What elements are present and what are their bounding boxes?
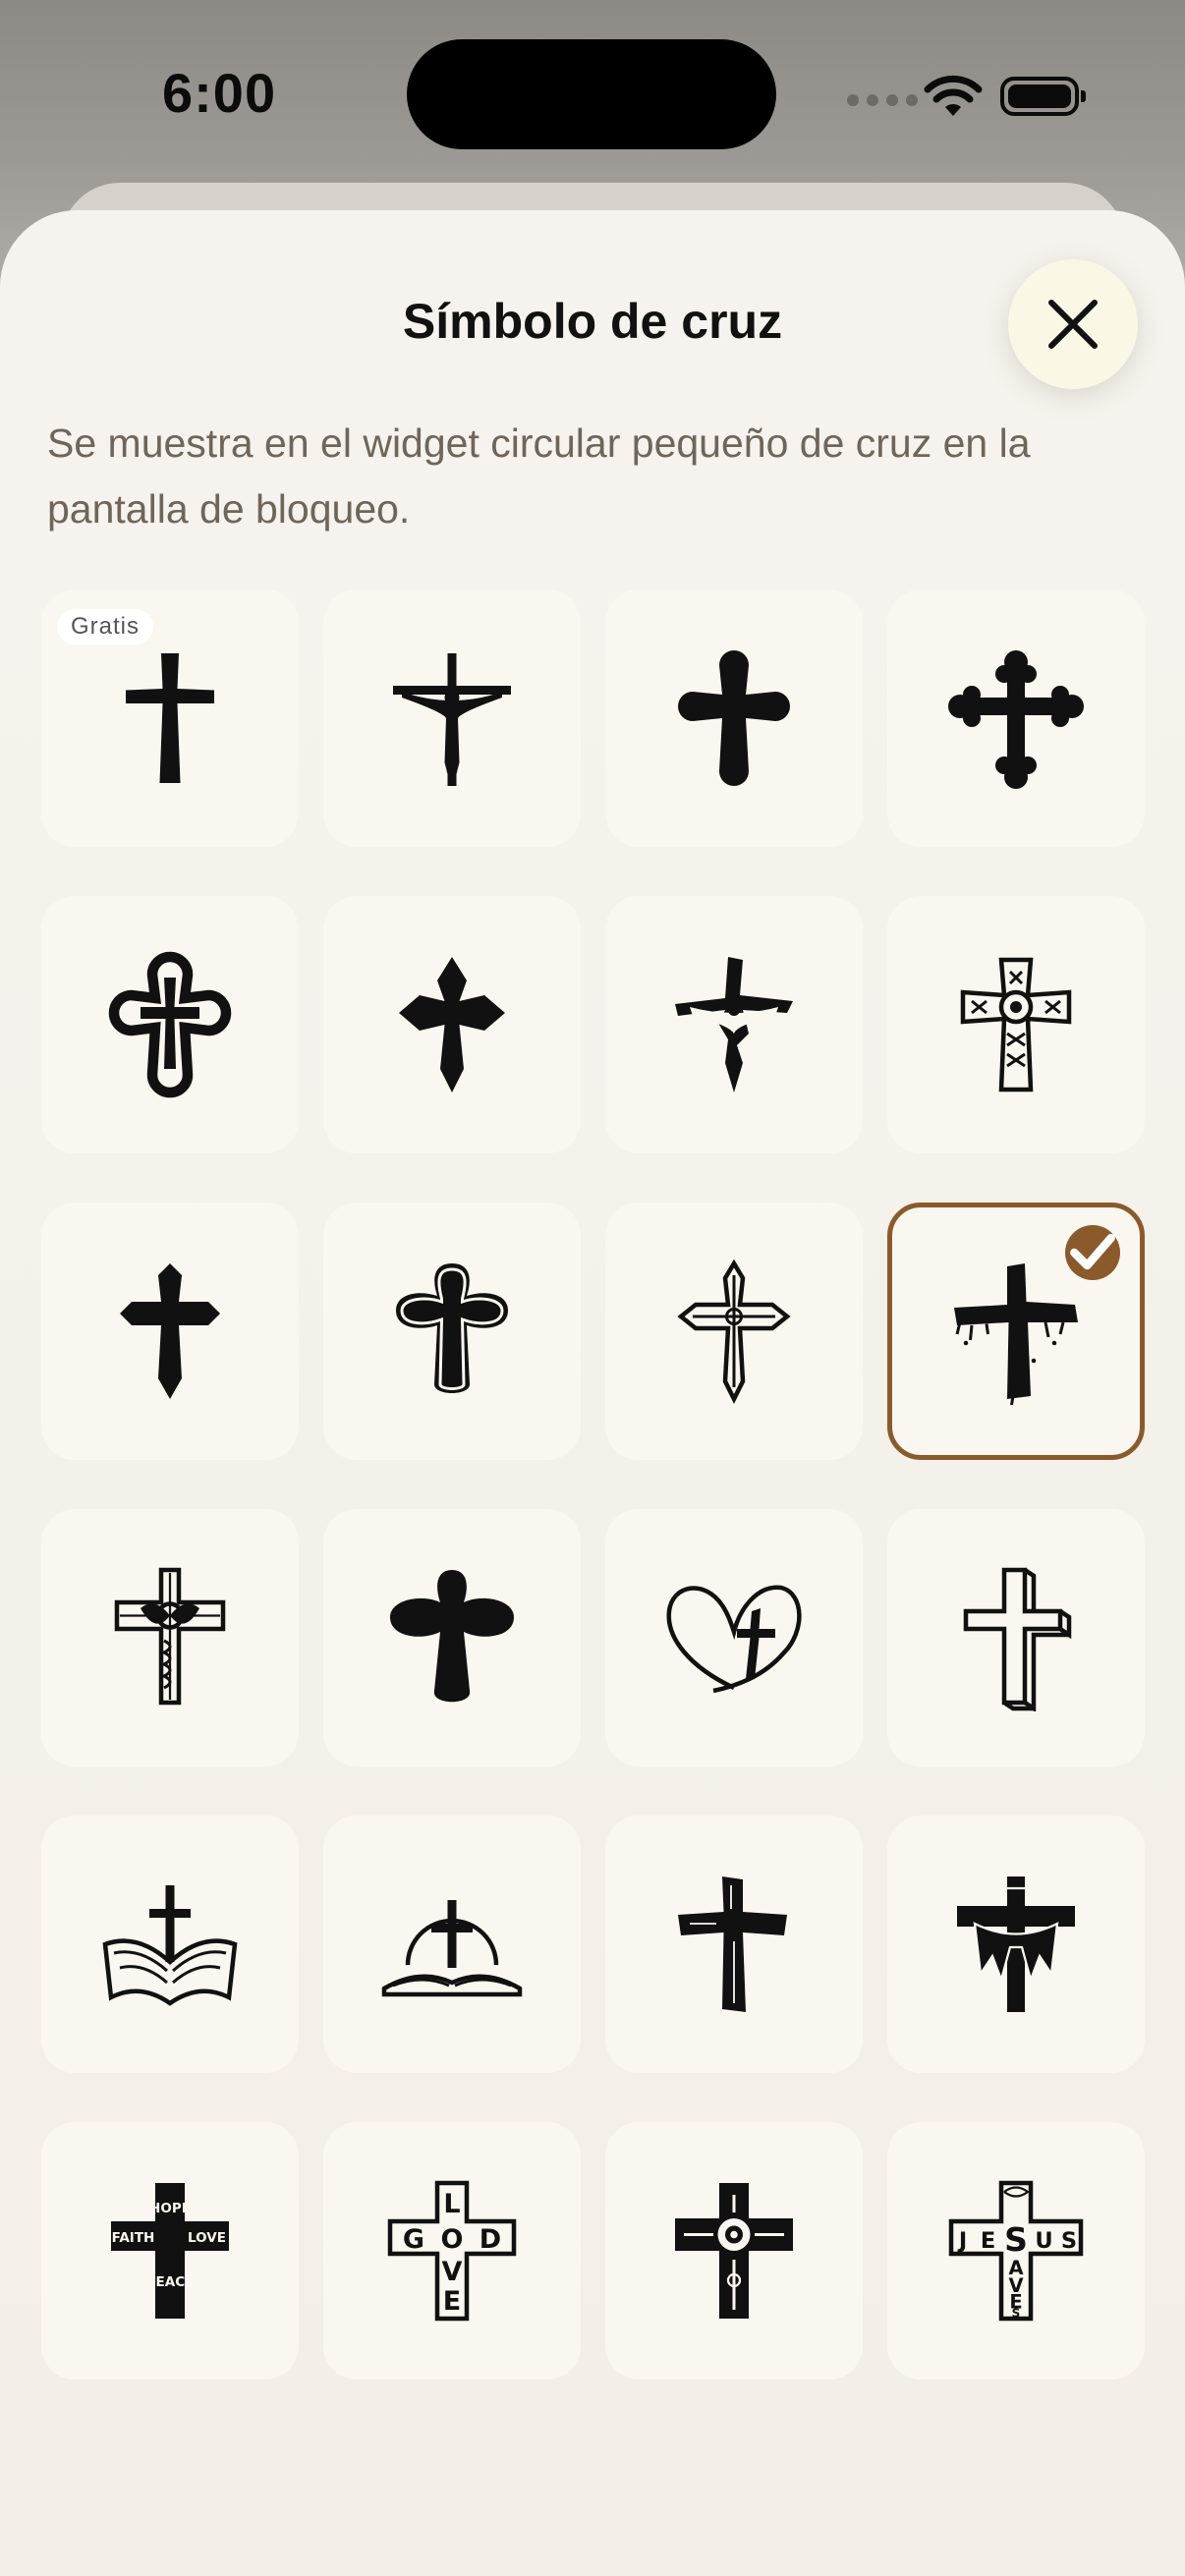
battery-icon [1000,77,1086,116]
cross-letter-s3: S [1012,2307,1021,2321]
ornate-celtic-cross-icon [960,957,1072,1092]
cross-letter-e: E [981,2228,995,2254]
cross-option-1[interactable]: Gratis [41,589,299,847]
jesus-saves-cross-icon: J E S U S A V E S [948,2180,1084,2322]
cross-option-6[interactable] [323,896,581,1153]
wooden-cross-icon [678,1876,787,2012]
fleury-cross-icon [399,957,505,1092]
floral-cross-icon [675,2183,793,2319]
cross-letter-s2: S [1061,2228,1077,2254]
god-love-cross-icon: G O D L V E [387,2180,517,2322]
cross-option-14[interactable] [323,1509,581,1766]
cross-option-11[interactable] [605,1203,863,1460]
cross-letter-d: D [480,2224,501,2255]
status-time: 6:00 [162,62,277,124]
cross-option-21[interactable]: HOPE FAITH LOVE PEACE [41,2122,299,2380]
outlined-budded-cross-icon [108,951,232,1098]
cross-option-19[interactable] [605,1816,863,2073]
cross-option-9[interactable] [41,1203,299,1460]
cross-option-5[interactable] [41,896,299,1153]
cross-letter-g: G [403,2224,424,2255]
cross-letter-u: U [1035,2228,1052,2254]
trefoil-cross-icon [948,650,1084,789]
cross-letter-l: L [443,2189,460,2219]
cross-letter-e: E [443,2286,461,2317]
cross-word-peace: PEACE [146,2274,195,2290]
cross-letter-s: S [1004,2220,1028,2259]
cross-option-7[interactable] [605,896,863,1153]
crucifix-icon [393,653,511,786]
cross-letter-v: V [442,2257,463,2287]
broken-crucifix-icon [675,957,793,1092]
hope-faith-love-cross-icon: HOPE FAITH LOVE PEACE [111,2183,229,2319]
bible-arch-cross-icon [381,1900,523,1997]
close-icon [1048,300,1098,349]
cross-letter-o: O [441,2224,464,2255]
sheet-description: Se muestra en el widget circular pequeño… [47,420,1031,532]
selected-check-icon [1065,1225,1120,1280]
cross-option-24[interactable]: J E S U S A V E S [887,2122,1145,2380]
3d-cross-icon [963,1567,1072,1711]
cross-option-2[interactable] [323,589,581,847]
gothic-cross-icon [120,1263,220,1399]
cross-option-18[interactable] [323,1816,581,2073]
cross-word-love: LOVE [188,2230,226,2246]
rounded-cross-icon [390,1570,514,1703]
bible-cross-icon [102,1885,238,2006]
cross-option-3[interactable] [605,589,863,847]
cross-option-10[interactable] [323,1203,581,1460]
draped-cross-icon [957,1876,1075,2012]
cross-option-20[interactable] [887,1816,1145,2073]
free-badge: Gratis [57,609,154,644]
cross-option-4[interactable] [887,589,1145,847]
cross-word-hope: HOPE [149,2201,191,2216]
cross-option-22[interactable]: G O D L V E [323,2122,581,2380]
budded-cross-icon [678,650,790,786]
outlined-rounded-cross-icon [396,1263,508,1393]
ornate-outline-cross-icon [677,1259,791,1405]
cross-option-17[interactable] [41,1816,299,2073]
status-bar: 6:00 [0,0,1185,187]
dynamic-island [407,39,776,149]
cross-option-12[interactable] [887,1203,1145,1460]
latin-cross-icon [126,653,214,783]
cellular-signal-icon [847,94,918,106]
heart-cross-icon [666,1585,802,1694]
cross-word-faith: FAITH [112,2230,155,2246]
cross-option-13[interactable] [41,1509,299,1766]
cross-option-8[interactable] [887,896,1145,1153]
cross-letter-j: J [957,2228,967,2254]
cross-option-23[interactable] [605,2122,863,2380]
cross-option-15[interactable] [605,1509,863,1766]
close-button[interactable] [1008,259,1138,389]
cross-option-16[interactable] [887,1509,1145,1766]
filigree-cross-icon [114,1567,226,1706]
wifi-icon [924,75,983,116]
